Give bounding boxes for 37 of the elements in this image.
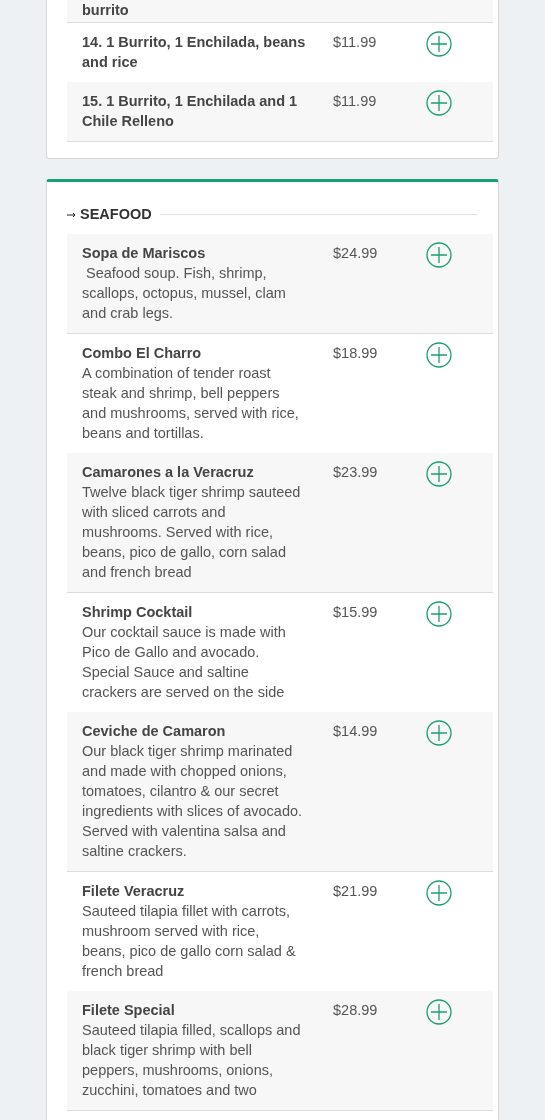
item-description: Twelve black tiger shrimp sauteed with sliced carrots and mushrooms. Served with rice, beans, pico de gallo, corn salad and french bread <box>82 482 302 582</box>
item-price: $11.99 <box>333 92 378 111</box>
item-description: Sauteed tilapia fillet with carrots, mushroom served with rice, beans, pico de gallo corn salad & french bread <box>82 901 297 981</box>
item-name: burrito <box>82 1 130 20</box>
item-description: A combination of tender roast steak and shrimp, bell peppers and mushrooms, served with rice, beans and tortillas. <box>82 363 300 443</box>
item-name: Sopa de Mariscos <box>82 243 207 263</box>
item-price: $24.99 <box>333 243 379 263</box>
item-price: $15.99 <box>333 602 379 622</box>
item-price: $21.99 <box>333 881 379 901</box>
add-icon[interactable] <box>426 90 452 116</box>
item-name: Shrimp Cocktail <box>82 602 194 622</box>
item-name: Combo El Charro <box>82 343 203 363</box>
item-price: $28.99 <box>333 1000 379 1020</box>
item-price: $11.99 <box>333 33 378 52</box>
item-name: 15. 1 Burrito, 1 Enchilada and 1 Chile Relleno <box>82 92 299 131</box>
item-description: Our black tiger shrimp marinated and made with chopped onions, tomatoes, cilantro & our secret ingredients with slices of avocado. Served with valentina salsa and saltine crackers. <box>82 741 304 861</box>
section-title: SEAFOOD <box>80 205 152 224</box>
item-description: Sauteed tilapia filled, scallops and black tiger shrimp with bell peppers, mushrooms, onions, zucchini, tomatoes and two <box>82 1020 302 1100</box>
add-icon[interactable] <box>426 879 452 906</box>
item-name: Filete Veracruz <box>82 881 186 901</box>
add-icon[interactable] <box>426 998 452 1025</box>
item-price: $18.99 <box>333 343 379 363</box>
item-description: Seafood soup. Fish, shrimp, scallops, octopus, mussel, clam and crab legs. <box>82 263 287 323</box>
item-description: Our cocktail sauce is made with Pico de Gallo and avocado. Special Sauce and saltine crackers are served on the side <box>82 622 287 702</box>
item-price: $23.99 <box>333 462 379 482</box>
add-icon[interactable] <box>426 341 452 368</box>
item-name: Filete Special <box>82 1000 176 1020</box>
arrow-icon <box>67 211 76 218</box>
add-icon[interactable] <box>426 719 452 746</box>
item-name: 14. 1 Burrito, 1 Enchilada, beans and rice <box>82 33 306 72</box>
item-price: $14.99 <box>333 721 379 741</box>
add-icon[interactable] <box>426 600 452 627</box>
item-name: Camarones a la Veracruz <box>82 462 255 482</box>
add-icon[interactable] <box>426 31 452 57</box>
item-name: Ceviche de Camaron <box>82 721 227 741</box>
add-icon[interactable] <box>426 460 452 487</box>
add-icon[interactable] <box>426 241 452 268</box>
